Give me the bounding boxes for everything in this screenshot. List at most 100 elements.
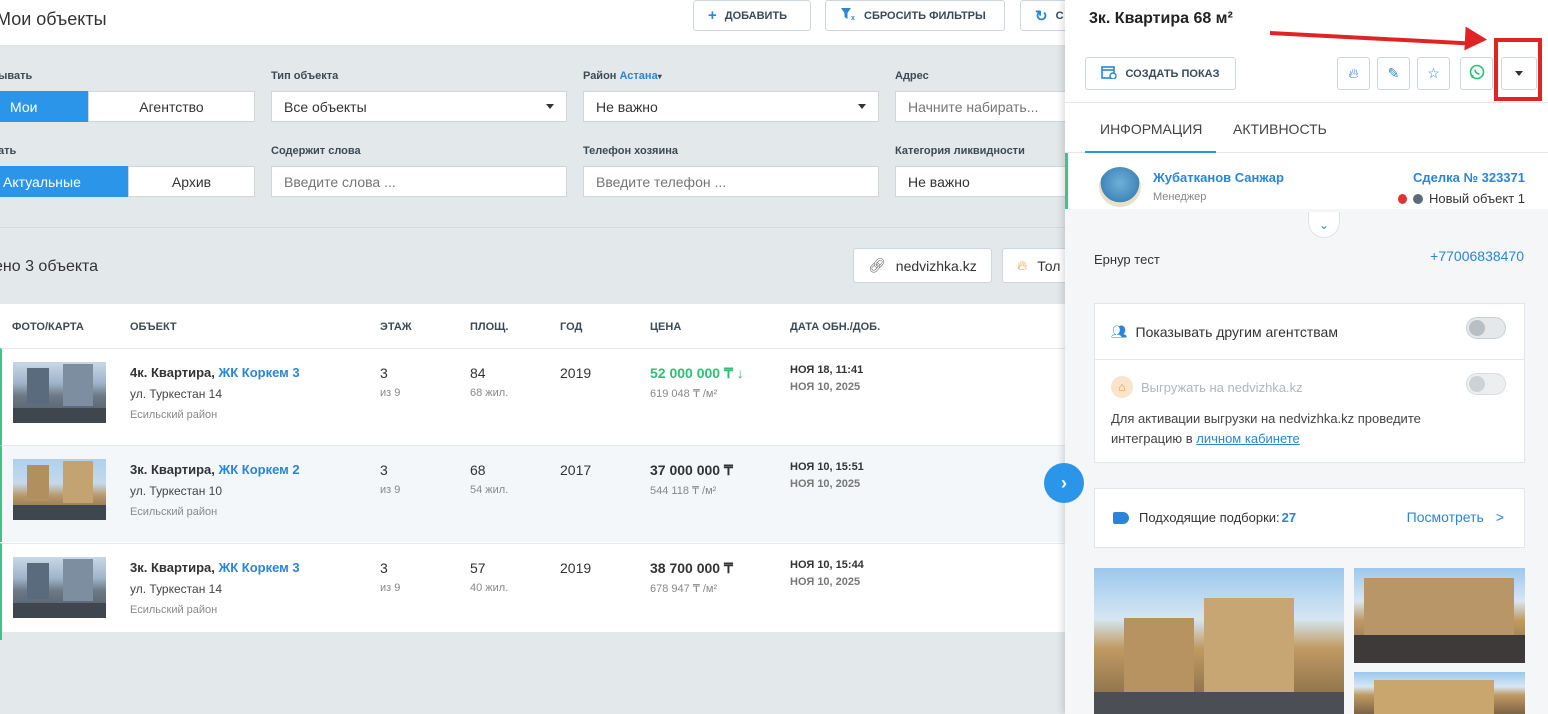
segment-mine[interactable]: Мои — [0, 91, 88, 122]
tab-information[interactable]: ИНФОРМАЦИЯ — [1100, 121, 1202, 137]
show-agencies-toggle[interactable] — [1466, 317, 1506, 339]
whatsapp-button[interactable] — [1460, 57, 1493, 90]
add-button[interactable]: + ДОБАВИТЬ — [693, 0, 811, 31]
floor-value: 3 — [380, 560, 388, 576]
object-photo[interactable] — [13, 557, 106, 618]
export-note-line2: интеграцию в личном кабинете — [1111, 431, 1300, 446]
address-input[interactable] — [895, 91, 1075, 122]
avatar — [1099, 167, 1141, 207]
refresh-icon: ↻ — [1035, 7, 1048, 25]
hot-toggle-button[interactable]: 🔥︎ — [1337, 57, 1370, 90]
living-area: 54 жил. — [470, 484, 509, 496]
phone-filter-label: Телефон хозяина — [583, 145, 678, 157]
status-filter-label: ать — [0, 145, 17, 157]
complex-link[interactable]: ЖК Коркем 2 — [218, 462, 299, 477]
column-header-date[interactable]: ДАТА ОБН./ДОБ. — [790, 321, 880, 333]
plus-icon: + — [708, 7, 717, 24]
deal-status-label: Новый объект 1 — [1429, 191, 1525, 206]
column-header-area[interactable]: ПЛОЩ. — [470, 321, 508, 333]
reset-filters-button[interactable]: x СБРОСИТЬ ФИЛЬТРЫ — [825, 0, 1005, 31]
segment-actual[interactable]: Актуальные — [0, 166, 128, 197]
deal-link[interactable]: Сделка № 323371 — [1413, 170, 1525, 185]
house-icon: ⌂ — [1111, 376, 1133, 398]
export-toggle[interactable] — [1466, 373, 1506, 395]
area-value: 68 — [470, 462, 486, 478]
district-select[interactable]: Не важно — [583, 91, 879, 122]
tag-icon — [1113, 511, 1129, 524]
selections-view-link[interactable]: Посмотреть > — [1407, 509, 1504, 525]
added-date: НОЯ 10, 2025 — [790, 381, 861, 393]
table-row[interactable]: 3к. Квартира, ЖК Коркем 2 ул. Туркестан … — [0, 445, 1065, 542]
object-photo[interactable] — [13, 362, 106, 423]
owner-phone-input[interactable] — [583, 166, 879, 197]
object-photo[interactable] — [13, 459, 106, 520]
panel-header: 3к. Квартира 68 м² СОЗДАТЬ ПОКАЗ 🔥︎ ✎ ☆ — [1065, 0, 1548, 103]
object-type-value: Все объекты — [284, 98, 367, 115]
complex-link[interactable]: ЖК Коркем 3 — [218, 560, 299, 575]
selections-card: Подходящие подборки: 27 Посмотреть > — [1094, 488, 1525, 548]
chevron-right-icon: › — [1061, 472, 1067, 493]
district-value: Не важно — [596, 98, 658, 115]
updated-date: НОЯ 10, 15:51 — [790, 461, 864, 473]
expand-manager-button[interactable]: ⌄ — [1308, 212, 1340, 238]
price-per-m: 619 048 ₸ /м² — [650, 388, 718, 400]
column-header-object[interactable]: ОБЪЕКТ — [130, 321, 177, 333]
floor-value: 3 — [380, 462, 388, 478]
reset-filters-label: СБРОСИТЬ ФИЛЬТРЫ — [864, 9, 986, 22]
object-title: 3к. Квартира, ЖК Коркем 2 — [130, 462, 300, 477]
star-icon: ☆ — [1427, 65, 1440, 81]
type-filter-label: Тип объекта — [271, 70, 339, 82]
district-filter-label: Район Астана▾ — [583, 70, 662, 82]
object-photo-2[interactable] — [1354, 568, 1525, 663]
complex-link[interactable]: ЖК Коркем 3 — [218, 365, 299, 380]
results-count: ено 3 объекта — [0, 258, 99, 275]
living-area: 40 жил. — [470, 582, 509, 594]
create-showing-button[interactable]: СОЗДАТЬ ПОКАЗ — [1085, 57, 1236, 90]
show-agencies-label: Показывать другим агентствам — [1135, 324, 1338, 340]
liquidity-value: Не важно — [908, 173, 970, 190]
panel-title: 3к. Квартира 68 м² — [1089, 10, 1233, 27]
column-header-floor[interactable]: ЭТАЖ — [380, 321, 412, 333]
table-row[interactable]: 4к. Квартира, ЖК Коркем 3 ул. Туркестан … — [0, 348, 1065, 445]
column-header-photo: ФОТО/КАРТА — [12, 321, 84, 333]
area-value: 84 — [470, 365, 486, 381]
object-type-select[interactable]: Все объекты — [271, 91, 567, 122]
liquidity-select[interactable]: Не важно — [895, 166, 1075, 197]
favorite-button[interactable]: ☆ — [1417, 57, 1450, 90]
added-date: НОЯ 10, 2025 — [790, 478, 861, 490]
segment-archive[interactable]: Архив — [128, 166, 255, 197]
updated-date: НОЯ 10, 15:44 — [790, 559, 864, 571]
client-phone[interactable]: +77006838470 — [1430, 248, 1524, 264]
create-showing-label: СОЗДАТЬ ПОКАЗ — [1125, 67, 1220, 80]
annotation-highlight-box — [1494, 38, 1542, 101]
object-photo-3[interactable] — [1354, 672, 1525, 714]
address-filter-label: Адрес — [895, 70, 929, 82]
words-input[interactable] — [271, 166, 567, 197]
caret-down-icon — [546, 104, 554, 109]
segment-agency[interactable]: Агентство — [88, 91, 255, 122]
refresh-button-label: С — [1055, 9, 1064, 22]
tab-activity[interactable]: АКТИВНОСТЬ — [1233, 121, 1327, 137]
column-header-price[interactable]: ЦЕНА — [650, 321, 681, 333]
object-main-photo[interactable] — [1094, 568, 1344, 714]
year-value: 2019 — [560, 365, 592, 381]
manager-name[interactable]: Жубатканов Санжар — [1153, 170, 1284, 185]
district-city-dropdown[interactable]: Астана — [620, 70, 658, 82]
column-header-year[interactable]: ГОД — [560, 321, 582, 333]
personal-cabinet-link[interactable]: личном кабинете — [1196, 431, 1300, 446]
calendar-icon — [1101, 65, 1118, 82]
nedvizhka-link-button[interactable]: 🔗︎ nedvizhka.kz — [853, 248, 992, 283]
object-street: ул. Туркестан 10 — [130, 484, 223, 498]
floors-total: из 9 — [380, 387, 401, 399]
panel-tabs: ИНФОРМАЦИЯ АКТИВНОСТЬ — [1065, 103, 1548, 154]
table-row[interactable]: 3к. Квартира, ЖК Коркем 3 ул. Туркестан … — [0, 543, 1065, 640]
edit-button[interactable]: ✎ — [1377, 57, 1410, 90]
price-value: 37 000 000 ₸ — [650, 462, 733, 478]
selections-count: 27 — [1281, 510, 1297, 525]
year-value: 2019 — [560, 560, 592, 576]
expand-panel-button[interactable]: › — [1044, 463, 1084, 503]
svg-text:x: x — [851, 15, 855, 21]
pencil-icon: ✎ — [1387, 65, 1400, 81]
fire-icon: 🔥︎ — [1017, 257, 1028, 273]
updated-date: НОЯ 18, 11:41 — [790, 364, 864, 376]
